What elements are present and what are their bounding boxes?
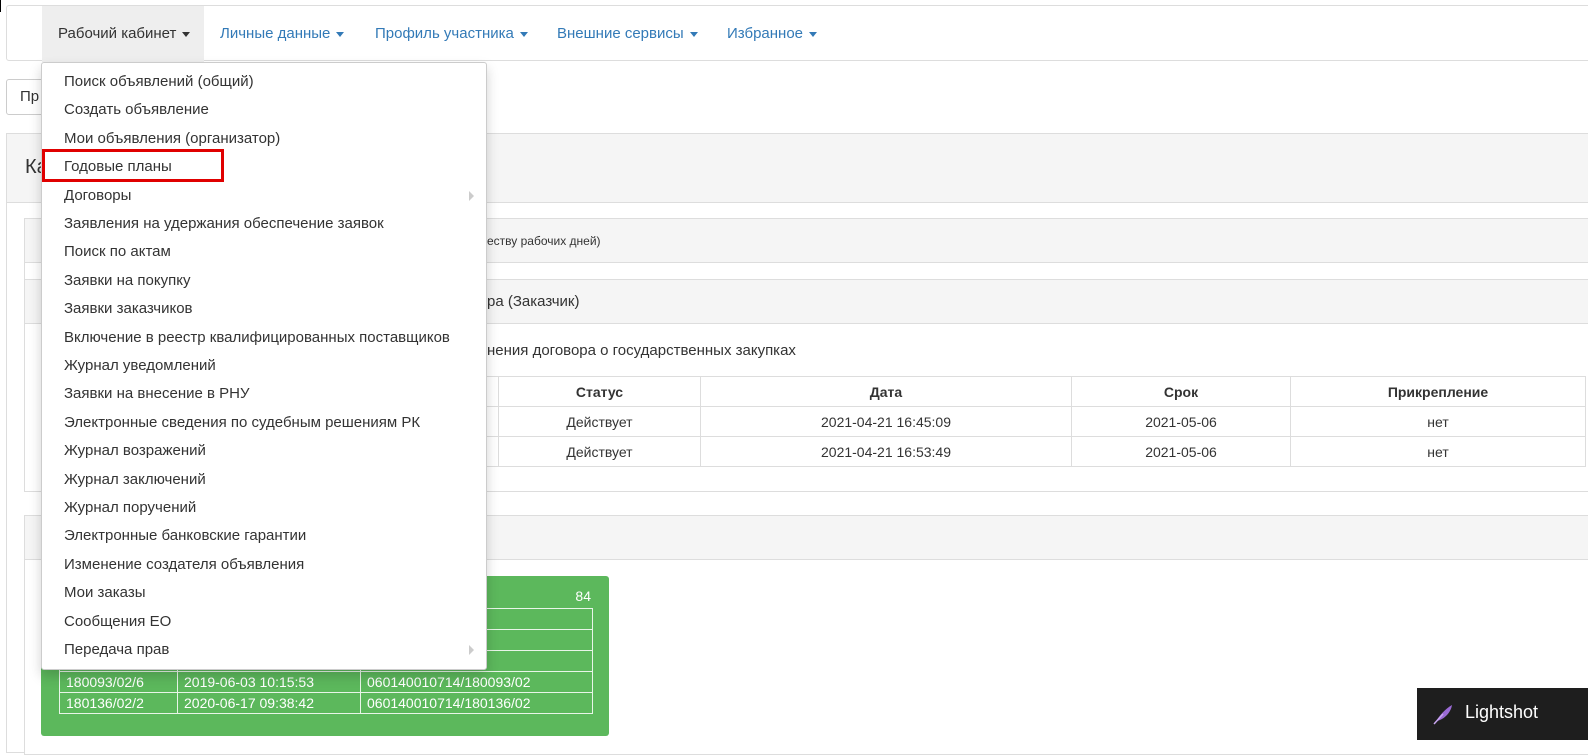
lightshot-label: Lightshot — [1465, 702, 1539, 722]
menu-item-notifications-journal[interactable]: Журнал уведомлений — [42, 352, 486, 380]
caret-down-icon — [182, 31, 191, 37]
table-cell: 060140010714/180093/02 — [360, 671, 593, 693]
caret-down-icon — [689, 31, 698, 37]
menu-item-retention-applications[interactable]: Заявления на удержания обеспечение заяво… — [42, 210, 486, 238]
table-cell: нет — [1290, 406, 1586, 437]
feather-icon — [1433, 705, 1452, 725]
table-cell: нет — [1290, 436, 1586, 467]
nav-personal-data[interactable]: Личные данные — [204, 6, 360, 62]
lightshot-overlay[interactable]: Lightshot — [1417, 688, 1588, 740]
table-row[interactable]: Действует 2021-04-21 16:53:49 2021-05-06… — [480, 436, 1586, 467]
table-cell: 2020-06-17 09:38:42 — [177, 692, 361, 714]
menu-item-purchase-requests[interactable]: Заявки на покупку — [42, 267, 486, 295]
table-cell: 060140010714/180136/02 — [360, 692, 593, 714]
menu-item-objections-journal[interactable]: Журнал возражений — [42, 437, 486, 465]
table-cell: 2021-04-21 16:53:49 — [700, 436, 1072, 467]
menu-item-search-acts[interactable]: Поиск по актам — [42, 238, 486, 266]
table-header-date: Дата — [700, 376, 1072, 407]
table-cell: Действует — [498, 406, 701, 437]
top-navbar: Рабочий кабинет Личные данные Профиль уч… — [6, 5, 1588, 62]
table-header-term: Срок — [1071, 376, 1291, 407]
nav-participant-profile[interactable]: Профиль участника — [359, 6, 544, 62]
chevron-right-icon — [469, 191, 474, 201]
contracts-table: Статус Дата Срок Прикрепление Действует … — [480, 376, 1586, 467]
menu-item-assignments-journal[interactable]: Журнал поручений — [42, 494, 486, 522]
menu-item-change-creator[interactable]: Изменение создателя объявления — [42, 551, 486, 579]
sub-body-text: нения договора о государственных закупка… — [487, 342, 796, 359]
menu-item-conclusions-journal[interactable]: Журнал заключений — [42, 466, 486, 494]
table-row: 180093/02/6 2019-06-03 10:15:53 06014001… — [59, 671, 593, 693]
sub-header-text-1: еству рабочих дней) — [487, 234, 601, 248]
menu-item-eo-messages[interactable]: Сообщения ЕО — [42, 608, 486, 636]
table-header-row: Статус Дата Срок Прикрепление — [480, 376, 1586, 407]
sub-header-text-2: ра (Заказчик) — [487, 293, 580, 310]
menu-item-rnu-requests[interactable]: Заявки на внесение в РНУ — [42, 380, 486, 408]
menu-item-my-orders[interactable]: Мои заказы — [42, 579, 486, 607]
caret-down-icon — [336, 31, 345, 37]
table-cell: 2021-04-21 16:45:09 — [700, 406, 1072, 437]
caret-down-icon — [519, 31, 528, 37]
nav-work-cabinet[interactable]: Рабочий кабинет — [42, 6, 204, 62]
nav-favorites[interactable]: Избранное — [711, 6, 833, 62]
table-row: 180136/02/2 2020-06-17 09:38:42 06014001… — [59, 692, 593, 714]
table-cell: 180136/02/2 — [59, 692, 178, 714]
chevron-right-icon — [469, 645, 474, 655]
menu-item-search-announcements[interactable]: Поиск объявлений (общий) — [42, 68, 486, 96]
table-cell: 180093/02/6 — [59, 671, 178, 693]
table-cell: 2021-05-06 — [1071, 406, 1291, 437]
table-header-attachment: Прикрепление — [1290, 376, 1586, 407]
table-cell: 2019-06-03 10:15:53 — [177, 671, 361, 693]
table-cell: 2021-05-06 — [1071, 436, 1291, 467]
nav-external-services[interactable]: Внешние сервисы — [541, 6, 714, 62]
caret-down-icon — [809, 31, 818, 37]
menu-item-qualified-suppliers[interactable]: Включение в реестр квалифицированных пос… — [42, 324, 486, 352]
menu-item-court-decisions[interactable]: Электронные сведения по судебным решения… — [42, 409, 486, 437]
menu-item-bank-guarantees[interactable]: Электронные банковские гарантии — [42, 522, 486, 550]
table-cell: Действует — [498, 436, 701, 467]
green-card-count: 84 — [575, 588, 591, 604]
menu-item-my-announcements[interactable]: Мои объявления (организатор) — [42, 125, 486, 153]
table-header-status: Статус — [498, 376, 701, 407]
work-cabinet-dropdown: Поиск объявлений (общий) Создать объявле… — [41, 62, 487, 670]
menu-item-customer-requests[interactable]: Заявки заказчиков — [42, 295, 486, 323]
menu-item-create-announcement[interactable]: Создать объявление — [42, 96, 486, 124]
menu-item-contracts[interactable]: Договоры — [42, 182, 486, 210]
table-row[interactable]: Действует 2021-04-21 16:45:09 2021-05-06… — [480, 406, 1586, 437]
menu-item-annual-plans[interactable]: Годовые планы — [42, 153, 486, 181]
text-cursor — [0, 0, 3, 12]
menu-item-transfer-rights[interactable]: Передача прав — [42, 636, 486, 664]
